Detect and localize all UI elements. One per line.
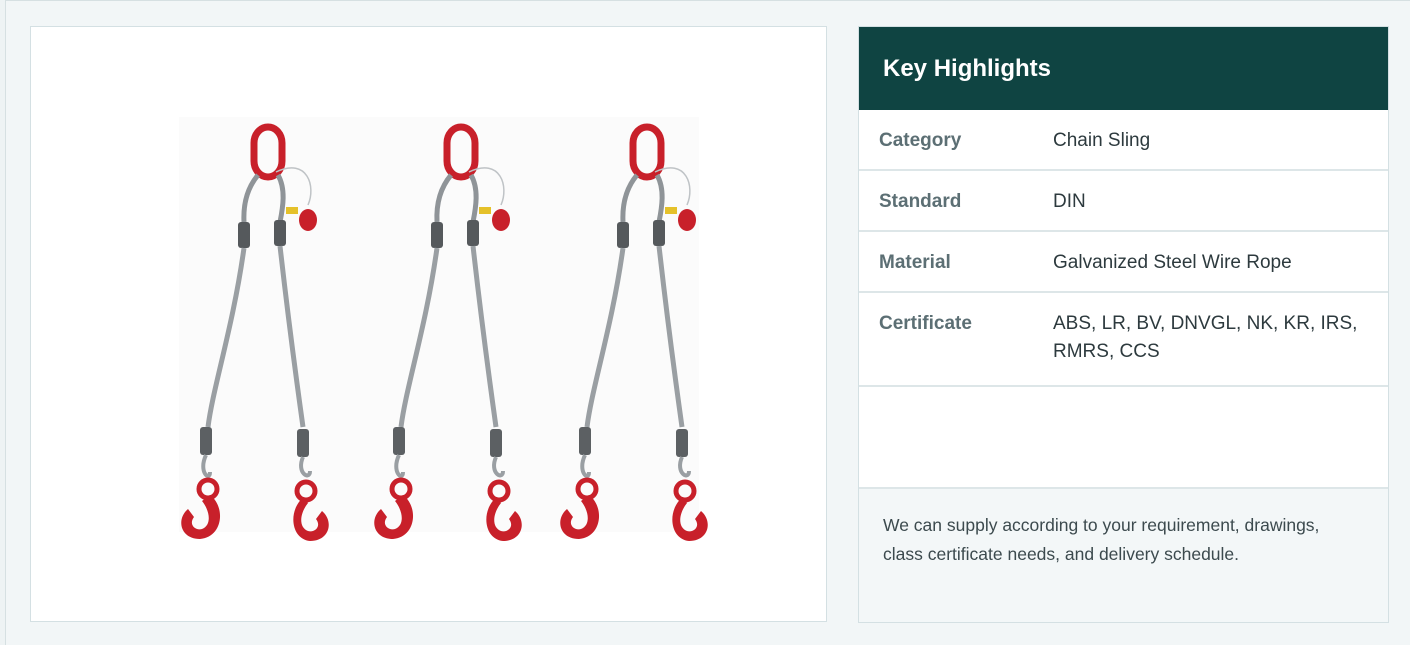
highlight-row-empty [859, 387, 1388, 489]
highlights-title: Key Highlights [859, 27, 1388, 110]
highlight-row-material: Material Galvanized Steel Wire Rope [859, 232, 1388, 293]
row-value: ABS, LR, BV, DNVGL, NK, KR, IRS, RMRS, C… [1053, 313, 1358, 362]
row-label: Material [879, 252, 951, 273]
row-value: Chain Sling [1053, 130, 1151, 151]
highlight-row-category: Category Chain Sling [859, 110, 1388, 171]
row-value: DIN [1053, 191, 1086, 212]
supply-note: We can supply according to your requirem… [859, 489, 1388, 622]
highlight-row-certificate: Certificate ABS, LR, BV, DNVGL, NK, KR, … [859, 293, 1388, 387]
row-label: Standard [879, 191, 962, 212]
row-value: Galvanized Steel Wire Rope [1053, 252, 1292, 273]
product-image [31, 117, 828, 623]
highlight-row-standard: Standard DIN [859, 171, 1388, 232]
row-label: Category [879, 130, 962, 151]
key-highlights-panel: Key Highlights Category Chain Sling Stan… [858, 26, 1389, 623]
product-image-panel [30, 26, 827, 622]
row-label: Certificate [879, 313, 972, 334]
